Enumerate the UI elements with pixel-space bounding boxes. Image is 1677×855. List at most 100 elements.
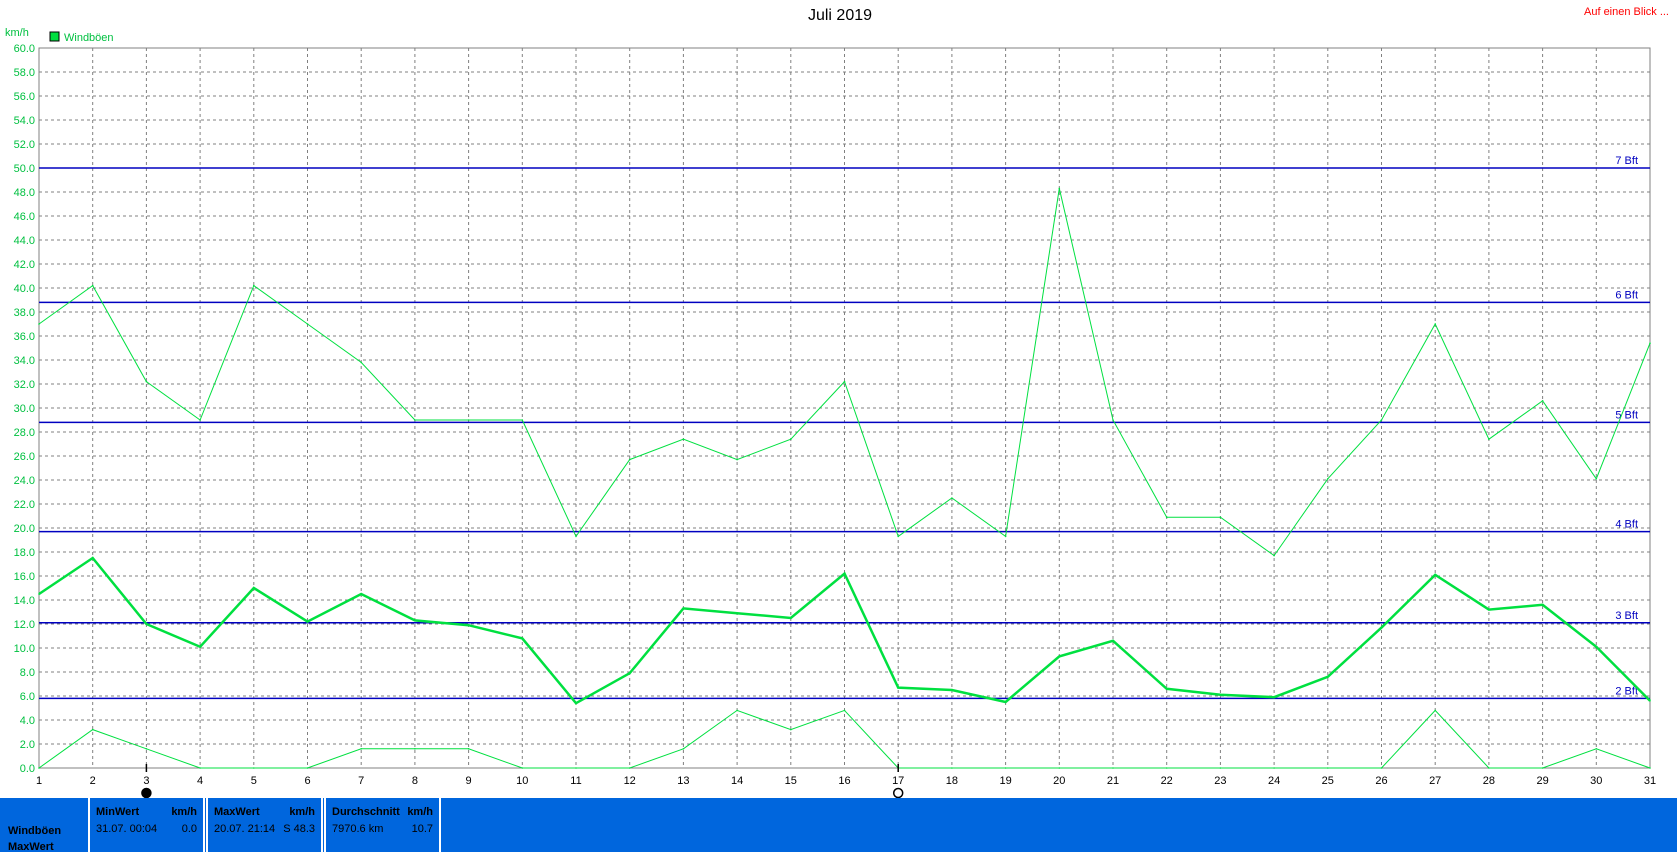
data-point-min [360, 748, 363, 750]
beaufort-label: 7 Bft [1615, 155, 1638, 167]
data-point-max [951, 497, 953, 499]
data-point-mean [1112, 640, 1114, 642]
data-point-mean [467, 624, 470, 626]
x-tick-label: 26 [1375, 775, 1387, 787]
data-point-max [414, 419, 416, 421]
data-point-max [145, 380, 148, 383]
y-axis-unit: km/h [5, 27, 29, 39]
data-point-mean [1058, 655, 1061, 658]
data-point-max [253, 284, 255, 287]
x-tick-label: 28 [1483, 775, 1495, 787]
x-tick-label: 13 [677, 775, 689, 787]
x-tick-label: 29 [1536, 775, 1548, 787]
data-point-min [467, 748, 470, 750]
stat-value: 10.7 [411, 823, 433, 835]
data-point-mean [951, 689, 953, 691]
data-point-max [1327, 478, 1329, 480]
legend-label: Windböen [64, 32, 114, 44]
data-point-min [1380, 767, 1383, 769]
data-point-mean [628, 672, 631, 674]
x-tick-label: 24 [1268, 775, 1280, 787]
stat-unit: km/h [407, 806, 433, 818]
data-point-max [1004, 535, 1007, 538]
y-tick-label: 34.0 [14, 355, 35, 367]
data-point-max [897, 535, 899, 538]
beaufort-label: 4 Bft [1615, 519, 1638, 531]
data-point-min [1058, 767, 1061, 769]
y-tick-label: 44.0 [14, 235, 35, 247]
data-point-mean [575, 702, 577, 704]
stat-date: 20.07. 21:14 [214, 823, 276, 835]
data-point-min [253, 767, 255, 769]
y-tick-label: 14.0 [14, 595, 35, 607]
data-point-max [1112, 419, 1114, 421]
x-tick-label: 4 [197, 775, 203, 787]
stats-bar: Windböen MaxWert MinWert km/h 31.07. 00:0… [0, 798, 1677, 853]
data-point-min [91, 728, 94, 731]
x-tick-label: 15 [785, 775, 797, 787]
data-point-max [1219, 516, 1222, 518]
data-point-min [1488, 767, 1490, 769]
stat-header: MaxWert [214, 806, 260, 818]
data-point-min [1649, 767, 1651, 769]
y-tick-label: 30.0 [14, 403, 35, 415]
data-point-max [1595, 478, 1598, 480]
overview-link[interactable]: Auf einen Blick ... [1584, 6, 1669, 18]
data-point-mean [1380, 626, 1383, 629]
data-point-mean [414, 619, 416, 622]
data-point-min [736, 709, 738, 712]
beaufort-label: 3 Bft [1615, 610, 1638, 622]
stat-box-min: MinWert km/h 31.07. 00:04 0.0 [88, 798, 205, 852]
data-point-mean [1165, 688, 1168, 690]
stat-header: MinWert [96, 806, 140, 818]
y-tick-label: 2.0 [20, 739, 35, 751]
x-tick-label: 18 [946, 775, 958, 787]
y-tick-label: 50.0 [14, 163, 35, 175]
data-point-max [38, 323, 40, 325]
data-point-min [38, 767, 40, 769]
data-point-min [145, 748, 148, 750]
stat-value: S 48.3 [283, 823, 315, 835]
data-point-max [682, 438, 685, 441]
stat-box-average: Durchschnitt km/h 7970.6 km 10.7 [324, 798, 441, 852]
data-point-max [575, 535, 577, 538]
data-point-min [1273, 767, 1275, 769]
y-tick-label: 0.0 [20, 763, 35, 775]
x-tick-label: 7 [358, 775, 364, 787]
data-point-mean [843, 572, 846, 575]
data-point-mean [145, 623, 148, 625]
y-tick-label: 40.0 [14, 283, 35, 295]
data-point-min [1541, 767, 1544, 769]
data-point-max [467, 419, 470, 421]
data-point-min [1595, 748, 1598, 750]
data-point-min [414, 748, 416, 750]
x-tick-label: 23 [1214, 775, 1226, 787]
beaufort-label: 2 Bft [1615, 685, 1638, 697]
data-point-min [199, 767, 201, 769]
data-point-max [1649, 342, 1651, 345]
data-point-mean [91, 557, 94, 559]
y-tick-label: 36.0 [14, 331, 35, 343]
stats-row-label: MaxWert [8, 841, 54, 853]
x-tick-label: 8 [412, 775, 418, 787]
stats-row-label: Windböen [8, 825, 62, 837]
y-tick-label: 12.0 [14, 619, 35, 631]
data-point-min [1434, 709, 1436, 712]
data-point-max [790, 438, 792, 441]
y-tick-label: 60.0 [14, 43, 35, 55]
data-point-mean [1649, 700, 1651, 702]
y-tick-label: 46.0 [14, 211, 35, 223]
y-tick-label: 18.0 [14, 547, 35, 559]
data-point-max [360, 361, 363, 364]
y-tick-label: 22.0 [14, 499, 35, 511]
data-point-mean [306, 620, 309, 623]
stat-distance: 7970.6 km [332, 823, 384, 835]
data-point-mean [1273, 696, 1275, 698]
data-point-min [1219, 767, 1222, 769]
x-tick-label: 6 [304, 775, 310, 787]
data-point-mean [897, 686, 899, 689]
x-tick-label: 14 [731, 775, 743, 787]
data-point-max [628, 458, 631, 461]
data-point-mean [360, 593, 363, 595]
x-tick-label: 2 [90, 775, 96, 787]
